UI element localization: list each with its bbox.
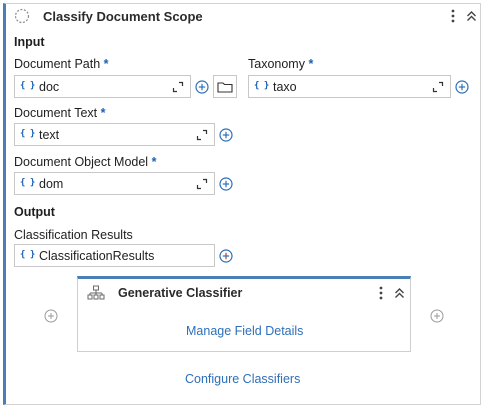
output-section-label: Output	[14, 205, 55, 219]
classification-results-value: ClassificationResults	[39, 249, 155, 263]
taxonomy-label: Taxonomy *	[248, 57, 313, 71]
document-text-label: Document Text *	[14, 106, 106, 120]
variable-icon: { }	[20, 129, 35, 139]
document-object-model-label: Document Object Model *	[14, 155, 156, 169]
document-object-model-value: dom	[39, 177, 64, 191]
required-marker: *	[103, 57, 109, 71]
taxonomy-field[interactable]: { } taxo	[248, 75, 451, 98]
plus-circle-icon	[219, 248, 233, 263]
expand-icon[interactable]	[196, 178, 208, 190]
variable-icon: { }	[20, 250, 35, 260]
required-marker: *	[151, 155, 157, 169]
classifier-title: Generative Classifier	[118, 286, 243, 300]
configure-classifiers-link[interactable]: Configure Classifiers	[185, 372, 300, 386]
activity-card: Classify Document Scope Input Document P…	[3, 3, 481, 405]
add-button[interactable]	[193, 75, 211, 98]
variable-icon: { }	[254, 81, 269, 91]
document-object-model-label-text: Document Object Model	[14, 155, 149, 169]
add-button[interactable]	[217, 172, 235, 195]
plus-circle-icon	[455, 79, 469, 94]
activity-header[interactable]: Classify Document Scope	[6, 4, 480, 28]
variable-icon: { }	[20, 81, 35, 91]
taxonomy-value: taxo	[273, 80, 297, 94]
taxonomy-label-text: Taxonomy	[248, 57, 305, 71]
document-path-field[interactable]: { } doc	[14, 75, 191, 98]
activity-spinner-icon	[14, 8, 30, 24]
document-path-value: doc	[39, 80, 60, 94]
add-activity-left-icon[interactable]	[44, 309, 58, 323]
expand-icon[interactable]	[196, 129, 208, 141]
document-text-field[interactable]: { } text	[14, 123, 215, 146]
browse-folder-button[interactable]	[213, 75, 237, 98]
generative-classifier-card[interactable]: Generative Classifier Manage Field Detai…	[77, 276, 411, 352]
add-activity-right-icon[interactable]	[430, 309, 444, 323]
folder-icon	[217, 81, 233, 93]
required-marker: *	[100, 106, 106, 120]
classification-results-field[interactable]: { } ClassificationResults	[14, 244, 215, 267]
activity-title: Classify Document Scope	[43, 9, 203, 24]
add-button[interactable]	[217, 123, 235, 146]
document-path-label: Document Path *	[14, 57, 109, 71]
hierarchy-icon	[87, 285, 105, 300]
document-path-label-text: Document Path	[14, 57, 101, 71]
plus-circle-icon	[219, 176, 233, 191]
document-text-label-text: Document Text	[14, 106, 98, 120]
classification-results-label: Classification Results	[14, 228, 133, 242]
add-button[interactable]	[453, 75, 471, 98]
more-vertical-icon[interactable]	[446, 7, 460, 25]
chevrons-up-icon[interactable]	[392, 284, 406, 302]
input-section-label: Input	[14, 35, 45, 49]
required-marker: *	[308, 57, 314, 71]
plus-circle-icon	[195, 79, 209, 94]
document-text-value: text	[39, 128, 60, 142]
plus-circle-icon	[219, 127, 233, 142]
expand-icon[interactable]	[432, 81, 444, 93]
expand-icon[interactable]	[172, 81, 184, 93]
manage-field-details-link[interactable]: Manage Field Details	[186, 324, 303, 338]
chevrons-up-icon[interactable]	[464, 7, 478, 25]
add-button[interactable]	[217, 244, 235, 267]
more-vertical-icon[interactable]	[374, 284, 388, 302]
document-object-model-field[interactable]: { } dom	[14, 172, 215, 195]
variable-icon: { }	[20, 178, 35, 188]
